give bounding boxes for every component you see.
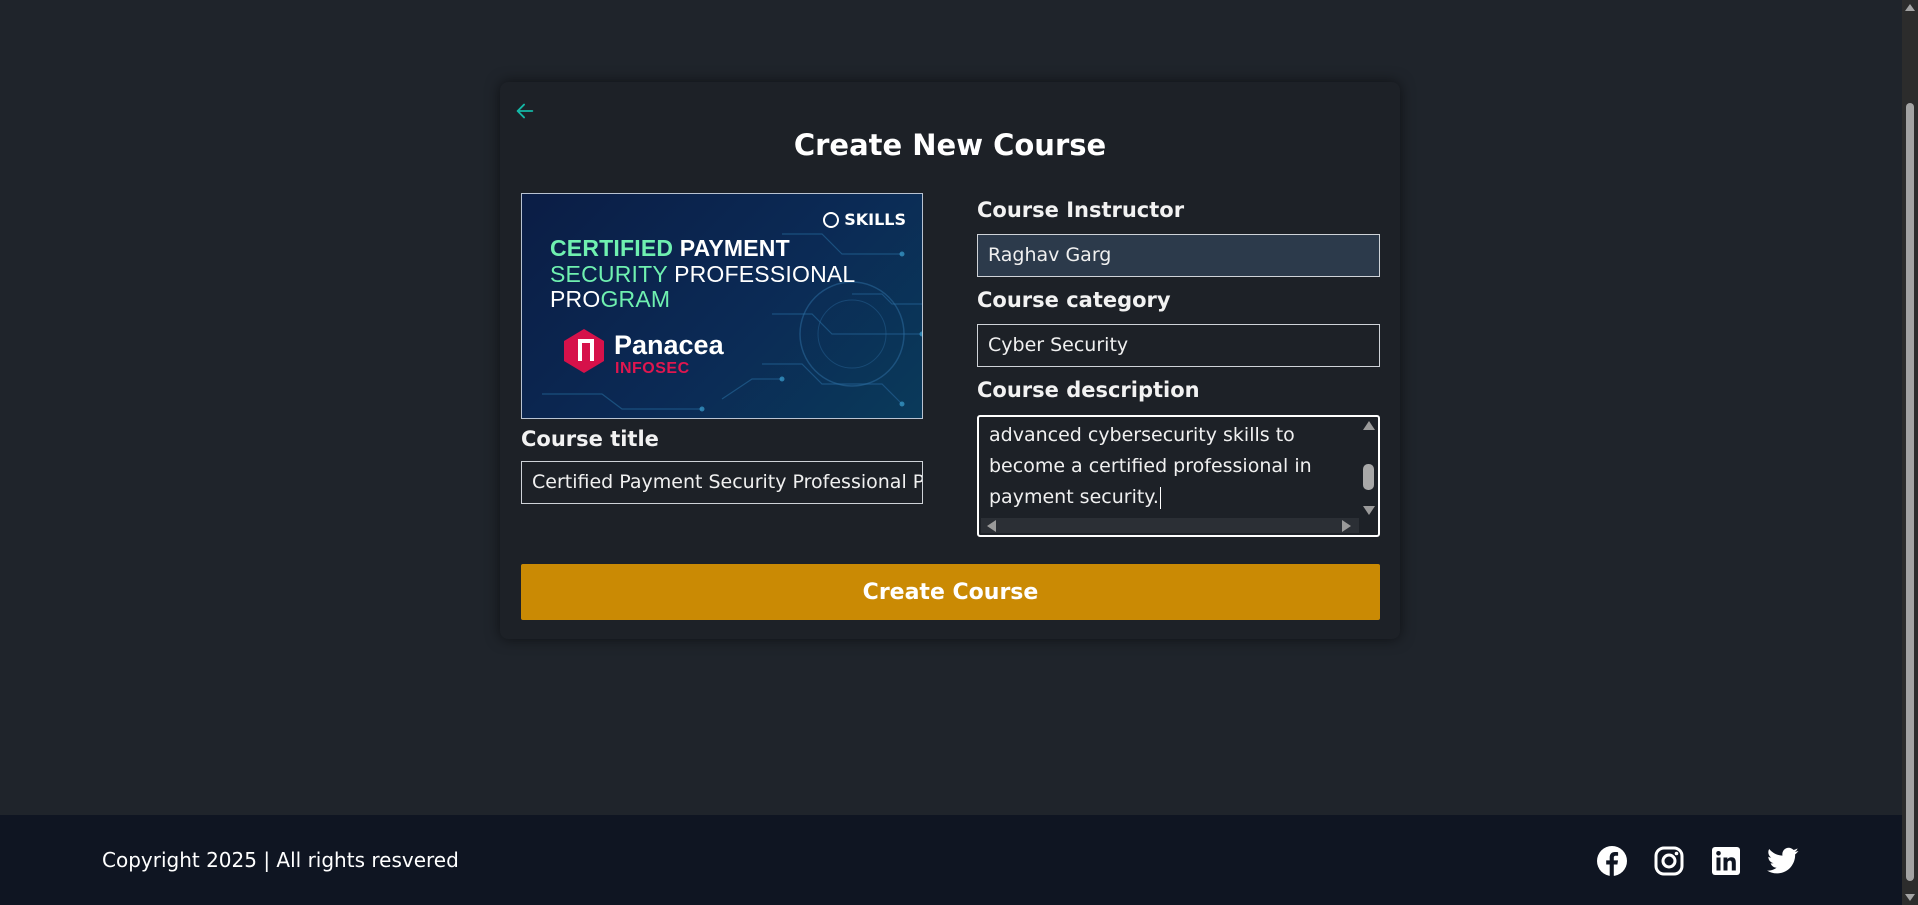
course-description-textarea[interactable]: advanced cybersecurity skills to become … (977, 415, 1380, 537)
course-description-text: advanced cybersecurity skills to become … (989, 424, 1312, 508)
text-caret (1159, 486, 1161, 509)
linkedin-link[interactable] (1710, 845, 1742, 877)
course-instructor-label: Course Instructor (977, 198, 1185, 222)
skills-logo-icon (823, 211, 840, 228)
page-scrollbar[interactable] (1902, 0, 1918, 905)
course-thumbnail[interactable]: SKILLS CERTIFIED PAYMENT SECURITY PROFES… (521, 193, 923, 419)
arrow-left-icon (516, 103, 534, 119)
course-category-input[interactable]: Cyber Security (977, 324, 1380, 367)
panacea-logo-icon (564, 329, 604, 373)
banner-line-1: CERTIFIED PAYMENT (550, 235, 790, 261)
facebook-link[interactable] (1596, 845, 1628, 877)
page-scroll-down-icon[interactable] (1905, 894, 1915, 901)
instagram-link[interactable] (1653, 845, 1685, 877)
create-course-card: Create New Course SKILLS CERTIFIED PAYME… (500, 82, 1400, 639)
scroll-right-icon[interactable] (1342, 520, 1351, 532)
banner-line-2: SECURITY PROFESSIONAL (550, 261, 856, 287)
banner-line-3: PROGRAM (550, 286, 671, 312)
back-button[interactable] (512, 98, 538, 124)
skills-badge: SKILLS (823, 210, 906, 229)
brand-subtitle: INFOSEC (615, 360, 690, 377)
course-title-input[interactable]: Certified Payment Security Professional … (521, 461, 923, 504)
social-links (1596, 845, 1799, 877)
copyright-text: Copyright 2025 | All rights resvered (102, 848, 459, 872)
facebook-icon (1597, 846, 1627, 876)
scroll-up-icon[interactable] (1363, 421, 1375, 430)
course-category-label: Course category (977, 288, 1171, 312)
linkedin-icon (1712, 847, 1740, 875)
scroll-down-icon[interactable] (1363, 506, 1375, 515)
footer: Copyright 2025 | All rights resvered (0, 815, 1902, 905)
twitter-icon (1767, 847, 1799, 874)
course-description-label: Course description (977, 378, 1200, 402)
page-scroll-thumb[interactable] (1906, 103, 1914, 881)
course-instructor-input[interactable]: Raghav Garg (977, 234, 1380, 277)
course-title-label: Course title (521, 427, 659, 451)
brand-name: Panacea (614, 330, 724, 360)
textarea-vertical-scrollbar[interactable] (1360, 419, 1376, 517)
page-title: Create New Course (793, 128, 1107, 162)
scroll-thumb[interactable] (1363, 464, 1374, 490)
instagram-icon (1654, 846, 1684, 876)
twitter-link[interactable] (1767, 845, 1799, 877)
create-course-button[interactable]: Create Course (521, 564, 1380, 620)
scroll-left-icon[interactable] (987, 520, 996, 532)
textarea-horizontal-scrollbar[interactable] (981, 518, 1359, 533)
page-scroll-up-icon[interactable] (1905, 4, 1915, 11)
